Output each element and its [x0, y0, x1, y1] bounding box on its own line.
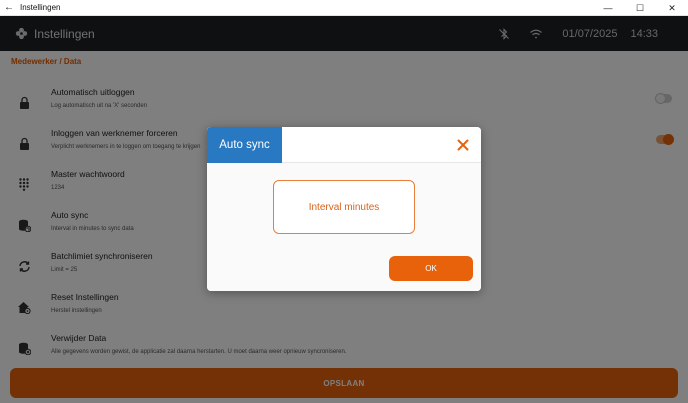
dialog-header: Auto sync — [207, 127, 481, 163]
auto-sync-dialog: Auto sync Interval minutes OK — [207, 127, 481, 291]
window-title: Instellingen — [20, 3, 61, 12]
minimize-button[interactable]: — — [592, 0, 624, 16]
ok-button[interactable]: OK — [389, 256, 473, 281]
dialog-title: Auto sync — [207, 127, 282, 163]
close-icon[interactable] — [453, 135, 473, 155]
dialog-body: Interval minutes OK — [207, 163, 481, 291]
window-titlebar: ← Instellingen — ☐ ✕ — [0, 0, 688, 16]
window-controls: — ☐ ✕ — [592, 0, 688, 16]
maximize-button[interactable]: ☐ — [624, 0, 656, 16]
close-window-button[interactable]: ✕ — [656, 0, 688, 16]
back-arrow-icon[interactable]: ← — [0, 0, 18, 16]
interval-minutes-input[interactable]: Interval minutes — [273, 180, 415, 234]
